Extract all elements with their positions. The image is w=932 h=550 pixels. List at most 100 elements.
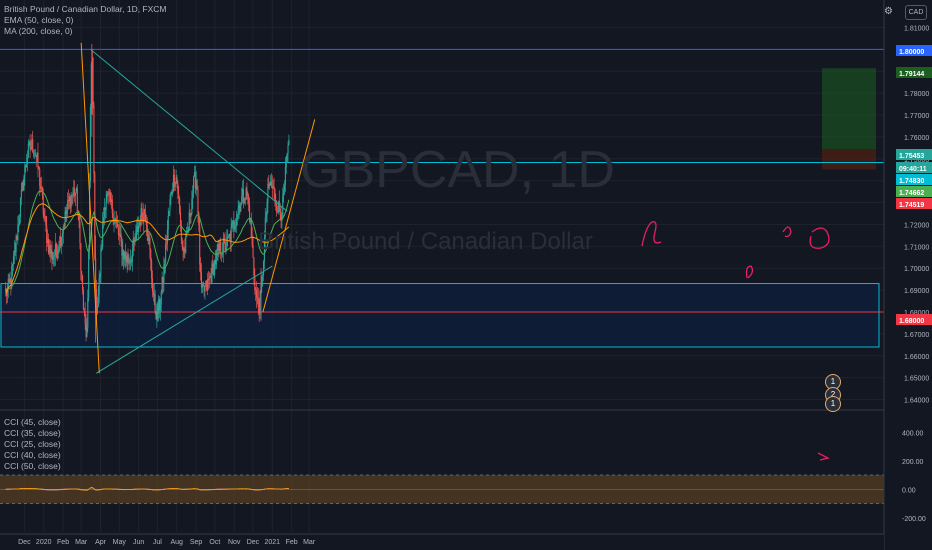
candle-body [230,226,232,242]
x-tick-label: Nov [228,539,241,546]
candle-body [255,289,258,298]
candle-body [117,227,119,235]
candle-body [105,201,107,210]
cci-tick-label: 0.00 [902,487,916,494]
candle-body [79,221,81,244]
y-tick-label: 1.77000 [904,113,929,120]
candle-body [151,278,154,292]
x-tick-label: Mar [303,539,316,546]
candle-body [226,236,228,249]
support-zone [0,283,880,348]
candle-body [93,105,95,174]
candle-body [54,255,56,257]
candle-body [135,230,137,241]
candle-body [284,166,286,186]
candle-body [23,176,25,190]
candle-body [176,177,178,184]
candle-body [166,229,168,245]
legend-cci-25: CCI (25, close) [4,439,61,449]
x-tick-label: 2021 [264,539,280,546]
candle-body [207,279,209,291]
candle-body [197,189,199,214]
candle-body [165,243,167,264]
candle-body [124,252,126,259]
candle-body [288,139,290,146]
candle-body [70,194,72,208]
background [0,0,932,550]
candle-body [266,202,268,216]
candle-body [132,238,134,251]
candle-body [236,214,238,220]
candle-body [86,327,88,337]
cci-pane [0,474,884,504]
y-tick-label: 1.81000 [904,25,929,32]
currency-button[interactable]: CAD [905,5,927,20]
candle-body [89,106,91,182]
y-tick-label: 1.67000 [904,332,929,339]
candle-body [192,192,194,200]
candle-body [96,306,98,314]
legend-ema: EMA (50, close, 0) [4,15,74,25]
candle-body [131,250,133,262]
candle-body [208,277,210,281]
candle-body [167,216,169,230]
candle-body [270,181,272,186]
y-tick-label: 1.64000 [904,398,929,405]
candle-body [251,236,253,246]
candle-body [262,261,265,275]
candle-body [17,225,19,241]
candle-body [287,145,289,154]
candle-body [190,213,192,217]
candle-body [264,218,266,238]
y-tick-label: 1.78000 [904,91,929,98]
candle-body [199,225,201,265]
candle-body [150,249,152,261]
candle-body [263,237,265,262]
price-label: 1.74830 [899,178,924,185]
candle-body [253,257,255,276]
candle-body [247,195,249,197]
x-tick-label: Sep [190,539,203,546]
candle-body [18,224,20,226]
candle-body [237,208,239,215]
candle-body [44,215,46,217]
candle-body [76,188,78,212]
candle-body [274,188,276,201]
legend-cci-50: CCI (50, close) [4,461,61,471]
candle-body [52,257,54,260]
event-marker[interactable]: 1 [825,396,841,412]
candle-body [45,216,47,226]
price-label: 1.68000 [899,318,924,325]
candle-body [12,263,14,266]
candle-body [53,256,55,258]
gear-icon[interactable]: ⚙ [884,6,893,17]
legend-cci-35: CCI (35, close) [4,428,61,438]
y-tick-label: 1.65000 [904,376,929,383]
candle-body [100,248,102,275]
candle-body [160,291,162,305]
candle-body [102,221,104,247]
candle-body [84,312,86,324]
candle-body [244,198,246,204]
x-tick-label: Mar [75,539,88,546]
candle-body [98,277,100,295]
candle-body [286,153,288,161]
candle-body [61,233,63,237]
candle-body [83,309,85,313]
candle-body [283,185,286,191]
candle-body [144,209,146,214]
candle-body [63,226,65,228]
x-tick-label: Jun [133,539,144,546]
chart-canvas[interactable]: 1.810001.800001.790001.780001.770001.760… [0,0,932,550]
candle-body [164,263,166,265]
candle-body [87,297,89,328]
candle-body [30,147,32,149]
candle-body [66,209,68,214]
x-tick-label: Oct [209,539,220,546]
candle-body [262,274,264,277]
candle-body [97,294,99,307]
legend-cci: CCI (45, close) CCI (35, close) CCI (25,… [4,417,61,472]
candle-body [181,240,183,247]
candle-body [127,255,129,263]
candle-body [191,199,193,214]
